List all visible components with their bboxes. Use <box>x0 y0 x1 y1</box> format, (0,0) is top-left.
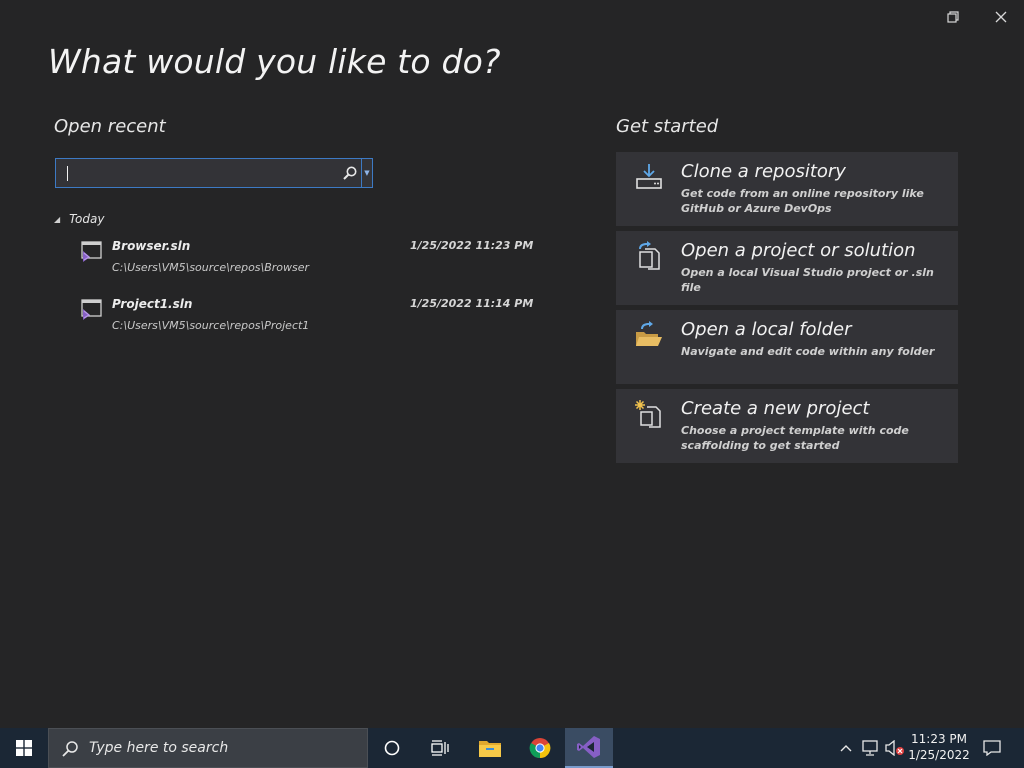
search-icon <box>62 741 78 757</box>
card-title: Open a project or solution <box>681 240 916 261</box>
recent-group-today[interactable]: ◢ Today <box>54 212 104 226</box>
chevron-up-icon <box>840 745 852 752</box>
show-hidden-icons-button[interactable] <box>836 728 856 768</box>
recent-search-input[interactable] <box>64 163 338 185</box>
card-description: Choose a project template with code scaf… <box>681 424 909 452</box>
get-started-heading: Get started <box>616 116 719 137</box>
recent-item-date: 1/25/2022 11:14 PM <box>410 297 534 310</box>
windows-logo-icon <box>16 740 32 756</box>
open-recent-heading: Open recent <box>54 116 166 137</box>
recent-item-browser[interactable]: Browser.sln C:\Users\VM5\source\repos\Br… <box>80 239 540 287</box>
search-icon[interactable] <box>342 165 358 181</box>
solution-file-icon <box>81 299 102 320</box>
recent-item-project1[interactable]: Project1.sln C:\Users\VM5\source\repos\P… <box>80 297 540 345</box>
solution-file-icon <box>81 241 102 262</box>
clone-repository-card[interactable]: Clone a repository Get code from an onli… <box>616 152 958 226</box>
notification-icon <box>983 740 1001 756</box>
card-title: Create a new project <box>681 398 870 419</box>
new-project-icon <box>635 400 661 428</box>
recent-item-name: Browser.sln <box>112 239 191 253</box>
recent-group-label: Today <box>69 212 105 226</box>
file-explorer-button[interactable] <box>466 728 514 768</box>
task-view-icon <box>431 740 449 756</box>
card-description: Get code from an online repository like … <box>681 187 924 215</box>
taskbar-search-box[interactable]: Type here to search <box>48 728 368 768</box>
card-title: Clone a repository <box>681 161 846 182</box>
start-button[interactable] <box>0 728 48 768</box>
card-title: Open a local folder <box>681 319 852 340</box>
close-icon <box>995 11 1007 23</box>
visual-studio-button[interactable] <box>565 728 613 768</box>
search-dropdown-button[interactable]: ▼ <box>361 159 372 187</box>
network-icon <box>862 740 878 756</box>
open-project-icon <box>639 241 660 270</box>
open-project-card[interactable]: Open a project or solution Open a local … <box>616 231 958 305</box>
notifications-button[interactable] <box>978 728 1006 768</box>
clock-date: 1/25/2022 <box>908 748 970 762</box>
create-project-card[interactable]: Create a new project Choose a project te… <box>616 389 958 463</box>
text-caret <box>67 166 68 181</box>
clock-time: 11:23 PM <box>911 732 967 746</box>
network-button[interactable] <box>860 728 882 768</box>
task-view-button[interactable] <box>416 728 464 768</box>
taskbar: Type here to search 11:23 PM 1/25/2022 <box>0 728 1024 768</box>
recent-item-path: C:\Users\VM5\source\repos\Project1 <box>112 319 310 332</box>
visual-studio-icon <box>577 736 600 758</box>
cortana-button[interactable] <box>368 728 416 768</box>
restore-icon <box>947 11 959 23</box>
card-description: Open a local Visual Studio project or .s… <box>681 266 934 294</box>
cortana-circle-icon <box>384 740 400 756</box>
chrome-button[interactable] <box>516 728 564 768</box>
recent-item-name: Project1.sln <box>112 297 193 311</box>
taskbar-search-placeholder: Type here to search <box>89 740 229 756</box>
chevron-down-icon: ▼ <box>364 169 370 177</box>
recent-item-path: C:\Users\VM5\source\repos\Browser <box>112 261 310 274</box>
recent-search-box[interactable]: ▼ <box>55 158 373 188</box>
folder-icon <box>636 321 662 346</box>
clone-icon <box>636 164 662 189</box>
restore-button[interactable] <box>933 6 973 28</box>
taskbar-clock[interactable]: 11:23 PM 1/25/2022 <box>896 731 982 763</box>
collapse-triangle-icon: ◢ <box>54 214 61 224</box>
card-description: Navigate and edit code within any folder <box>681 345 935 358</box>
file-explorer-icon <box>479 741 501 757</box>
chrome-icon <box>529 738 551 759</box>
page-title: What would you like to do? <box>48 42 501 81</box>
open-folder-card[interactable]: Open a local folder Navigate and edit co… <box>616 310 958 384</box>
recent-item-date: 1/25/2022 11:23 PM <box>410 239 534 252</box>
close-button[interactable] <box>981 6 1021 28</box>
